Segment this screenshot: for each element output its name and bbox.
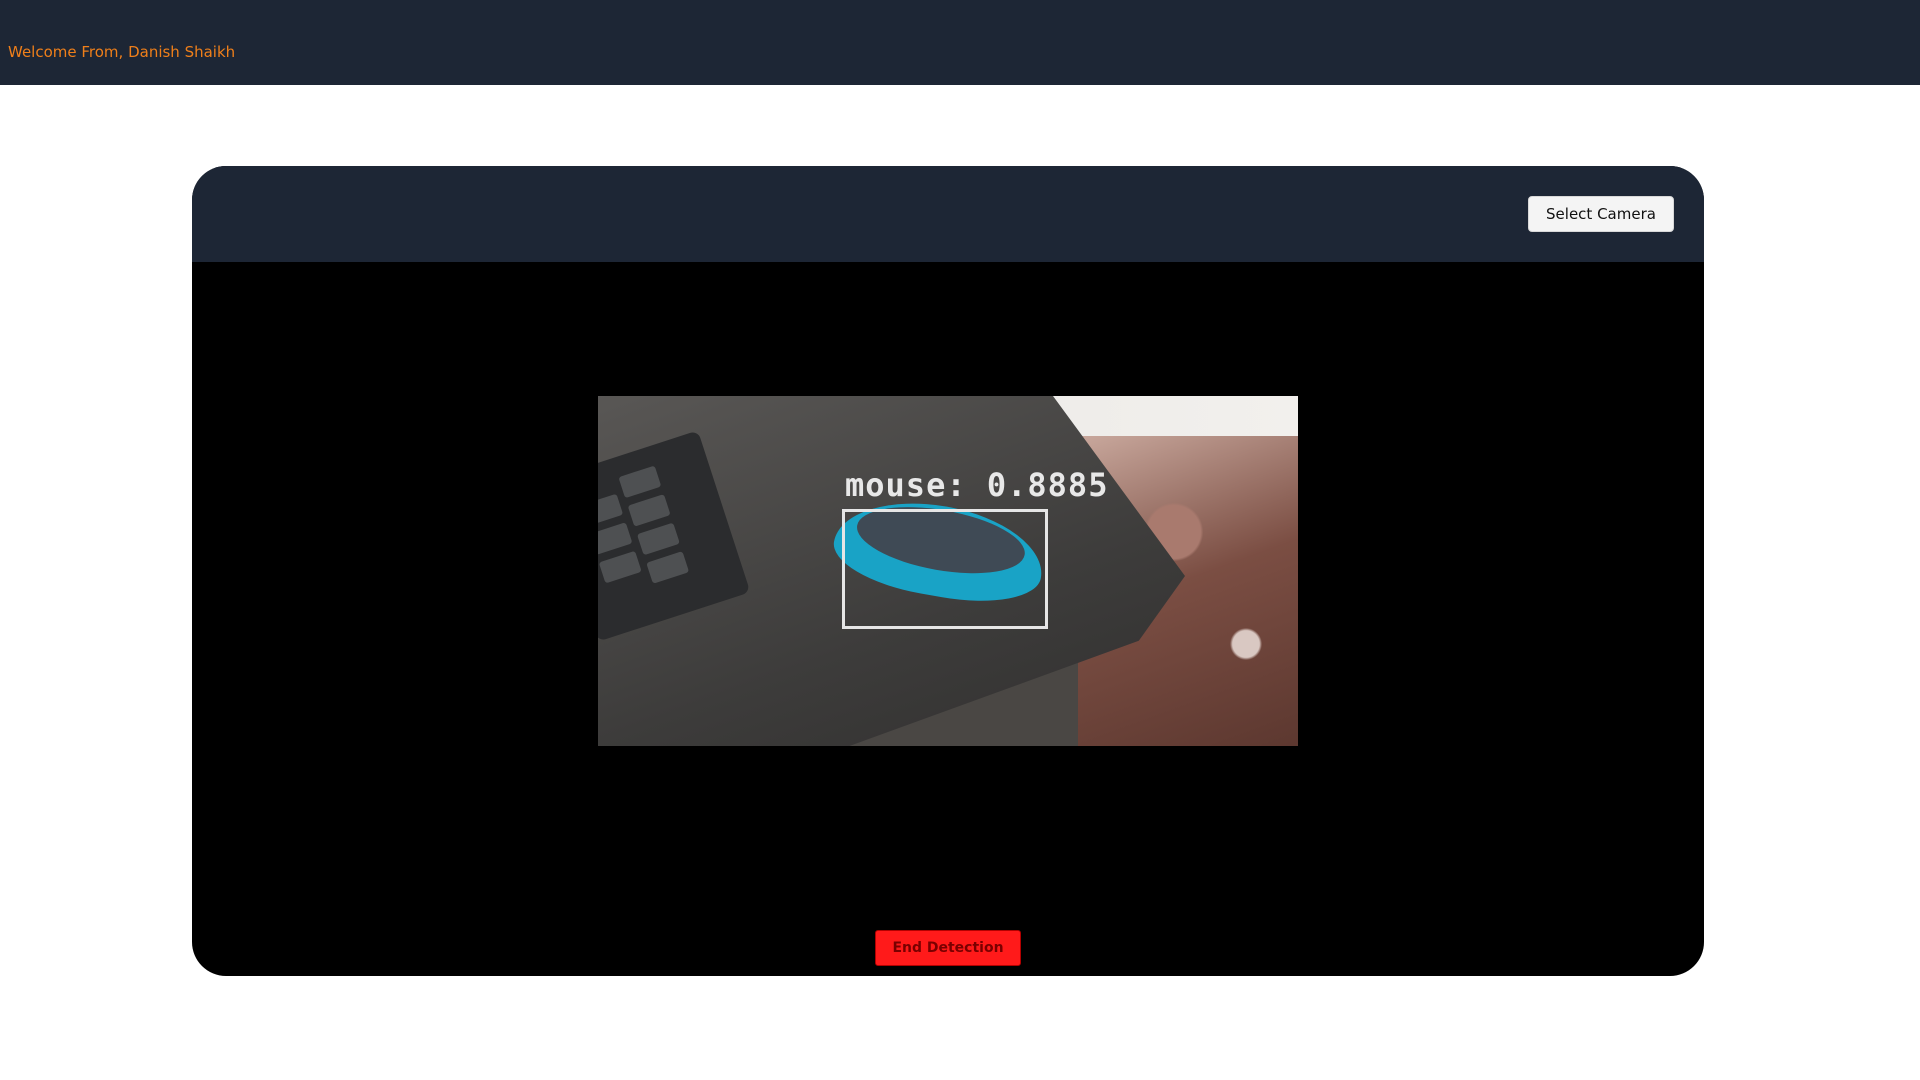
panel-header: Select Camera	[192, 166, 1704, 262]
end-detection-button[interactable]: End Detection	[875, 930, 1021, 966]
detection-panel: Select Camera mouse: 0.8885 End Detectio…	[192, 166, 1704, 976]
detection-label: mouse: 0.8885	[845, 466, 1109, 504]
detection-bounding-box	[842, 509, 1048, 629]
welcome-text: Welcome From, Danish Shaikh	[8, 43, 236, 61]
camera-video-feed: mouse: 0.8885	[598, 396, 1298, 746]
select-camera-button[interactable]: Select Camera	[1528, 196, 1674, 232]
top-navbar: Welcome From, Danish Shaikh	[0, 0, 1920, 85]
